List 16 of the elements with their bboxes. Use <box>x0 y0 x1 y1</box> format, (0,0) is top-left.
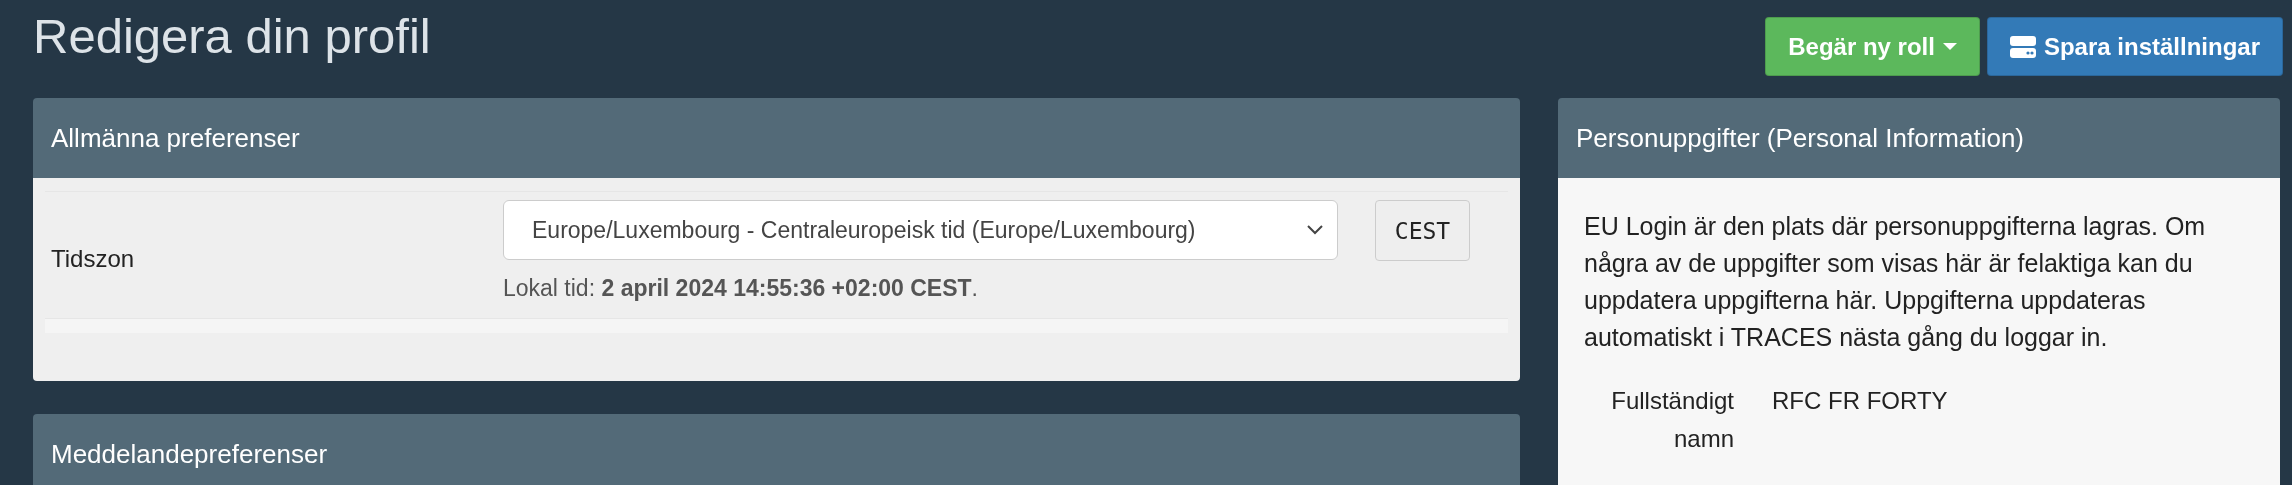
page-title: Redigera din profil <box>33 8 431 64</box>
chevron-icon <box>1307 225 1323 235</box>
timezone-select[interactable]: Europe/Luxembourg - Centraleuropeisk tid (Europe/Luxembourg) <box>503 200 1338 260</box>
panel-header: Personuppgifter (Personal Information) <box>1558 98 2280 178</box>
caret-icon <box>1942 42 1957 51</box>
panel-header: Meddelandepreferenser <box>33 414 1520 485</box>
field-label: Tidszon <box>50 245 136 273</box>
dropdown-button[interactable]: Begär ny roll <box>1765 17 1980 76</box>
save-button[interactable]: Spara inställningar <box>1986 17 2283 76</box>
field-value: RFC FR FORTY <box>1772 386 1949 416</box>
zone-code: CEST <box>1375 200 1470 261</box>
field-label: Fullständigt namn <box>1610 386 1734 454</box>
panel-header: Allmänna preferenser <box>33 98 1520 178</box>
local-time: Lokal tid: 2 april 2024 14:55:36 +02:00 CEST. <box>503 275 979 302</box>
intro-text: EU Login är den plats där personuppgifterna lagras. Om några av de uppgifter som visas här är felaktiga kan du uppdatera uppgifterna här. Uppgifterna uppdateras automatiskt i TRACES nästa gång du loggar in. <box>1584 211 2207 353</box>
drive-icon <box>2009 35 2036 58</box>
